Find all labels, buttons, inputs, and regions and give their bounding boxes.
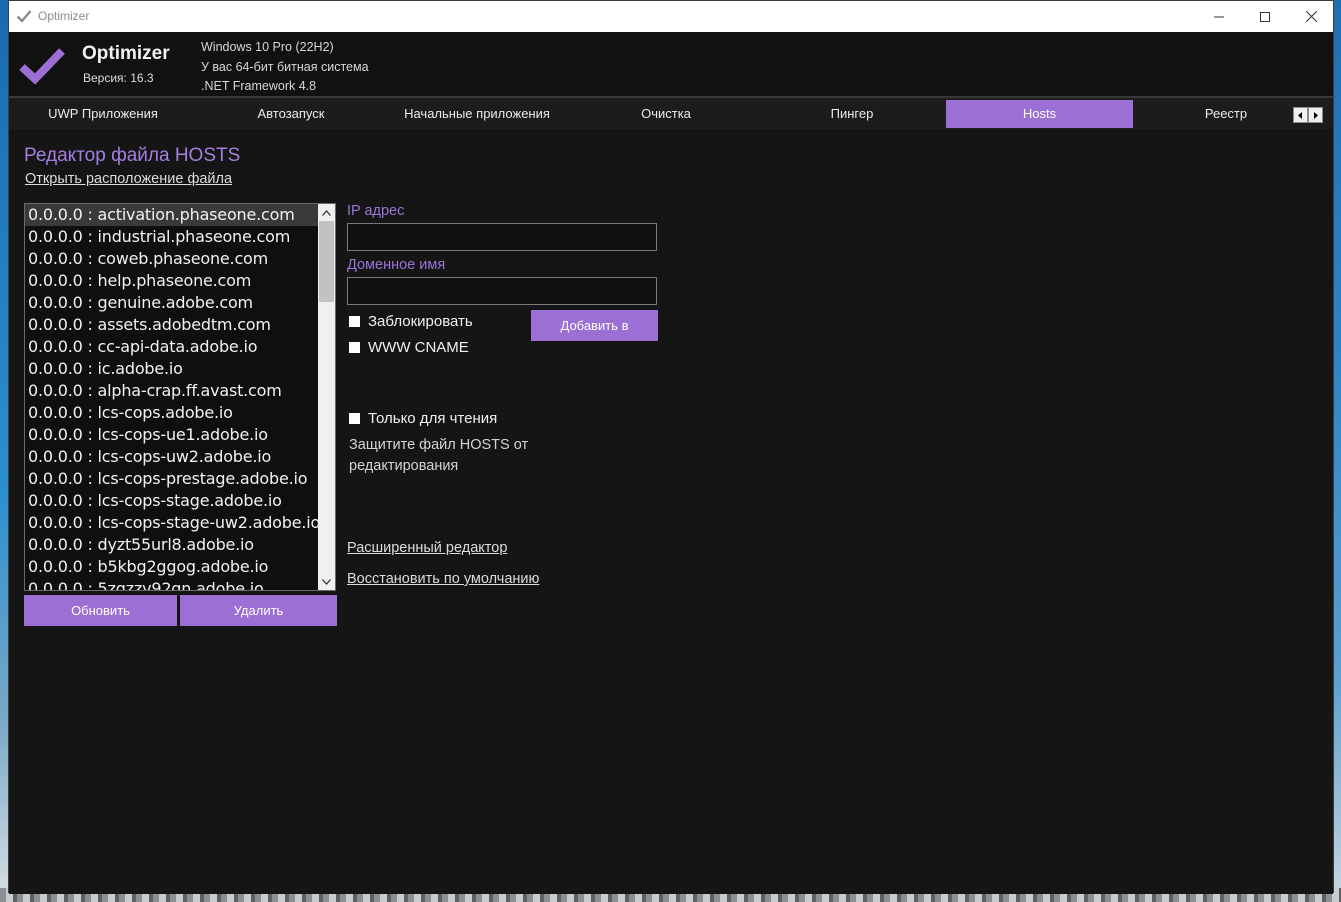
title-bar[interactable]: Optimizer xyxy=(9,1,1333,32)
os-version: Windows 10 Pro (22H2) xyxy=(201,40,334,54)
arrow-right-icon xyxy=(1314,111,1318,119)
app-version: Версия: 16.3 xyxy=(83,71,154,85)
hosts-page: Редактор файла HOSTS Открыть расположени… xyxy=(9,129,1333,894)
scroll-down-button[interactable] xyxy=(318,573,335,590)
system-info: Windows 10 Pro (22H2) У вас 64-бит битна… xyxy=(201,38,369,97)
tab-scroll-right-button[interactable] xyxy=(1308,107,1323,123)
list-item[interactable]: 0.0.0.0 : lcs-cops-stage-uw2.adobe.io xyxy=(25,512,318,534)
list-scrollbar[interactable] xyxy=(318,204,335,590)
app-header: Optimizer Версия: 16.3 Windows 10 Pro (2… xyxy=(9,32,1333,96)
open-file-location-link[interactable]: Открыть расположение файла xyxy=(25,171,232,187)
readonly-checkbox[interactable]: Только для чтения xyxy=(349,410,497,427)
list-item[interactable]: 0.0.0.0 : activation.phaseone.com xyxy=(25,204,318,226)
list-item[interactable]: 0.0.0.0 : help.phaseone.com xyxy=(25,270,318,292)
logo-checkmark-icon xyxy=(19,48,65,85)
tab-bar: UWP Приложения Автозапуск Начальные прил… xyxy=(9,96,1333,129)
block-checkbox[interactable]: Заблокировать xyxy=(349,313,473,330)
list-item[interactable]: 0.0.0.0 : cc-api-data.adobe.io xyxy=(25,336,318,358)
list-item[interactable]: 0.0.0.0 : coweb.phaseone.com xyxy=(25,248,318,270)
block-checkbox-label: Заблокировать xyxy=(368,313,473,330)
domain-name-input[interactable] xyxy=(347,277,657,305)
list-item[interactable]: 0.0.0.0 : assets.adobedtm.com xyxy=(25,314,318,336)
desktop-background xyxy=(0,0,8,902)
delete-button[interactable]: Удалить xyxy=(180,595,337,626)
page-title: Редактор файла HOSTS xyxy=(24,145,241,166)
optimizer-window: Optimizer Optimizer Версия: 16.3 Windows… xyxy=(8,0,1334,894)
close-button[interactable] xyxy=(1288,1,1334,32)
domain-name-label: Доменное имя xyxy=(347,257,446,273)
scroll-up-button[interactable] xyxy=(318,204,335,221)
list-item[interactable]: 0.0.0.0 : lcs-cops-uw2.adobe.io xyxy=(25,446,318,468)
close-icon xyxy=(1305,11,1317,22)
framework-version: .NET Framework 4.8 xyxy=(201,79,317,93)
list-item[interactable]: 0.0.0.0 : lcs-cops-prestage.adobe.io xyxy=(25,468,318,490)
restore-default-link[interactable]: Восстановить по умолчанию xyxy=(347,571,539,587)
list-item[interactable]: 0.0.0.0 : 5zgzzv92gn.adobe.io xyxy=(25,578,318,590)
checkmark-icon xyxy=(16,10,32,23)
tab-scroll-left-button[interactable] xyxy=(1293,107,1308,123)
tab-hosts[interactable]: Hosts xyxy=(946,100,1133,128)
list-item[interactable]: 0.0.0.0 : lcs-cops-ue1.adobe.io xyxy=(25,424,318,446)
advanced-editor-link[interactable]: Расширенный редактор xyxy=(347,540,507,556)
chevron-down-icon xyxy=(322,578,331,585)
window-title: Optimizer xyxy=(38,9,90,23)
tab-registry[interactable]: Реестр xyxy=(1133,100,1319,128)
checkbox-box[interactable] xyxy=(349,413,360,424)
maximize-icon xyxy=(1260,11,1270,22)
add-entry-button[interactable]: Добавить в xyxy=(531,310,658,341)
list-item[interactable]: 0.0.0.0 : alpha-crap.ff.avast.com xyxy=(25,380,318,402)
list-item[interactable]: 0.0.0.0 : industrial.phaseone.com xyxy=(25,226,318,248)
ip-address-label: IP адрес xyxy=(347,203,405,219)
minimize-icon xyxy=(1214,16,1224,17)
www-cname-checkbox-label: WWW CNAME xyxy=(368,339,469,356)
checkbox-box[interactable] xyxy=(349,316,360,327)
hosts-entries-list[interactable]: 0.0.0.0 : activation.phaseone.com 0.0.0.0… xyxy=(24,203,336,591)
readonly-description: Защитите файл HOSTS от редактирования xyxy=(349,437,529,474)
tab-pinger[interactable]: Пингер xyxy=(759,100,945,128)
maximize-button[interactable] xyxy=(1242,1,1288,32)
list-item[interactable]: 0.0.0.0 : lcs-cops-stage.adobe.io xyxy=(25,490,318,512)
ip-address-input[interactable] xyxy=(347,223,657,251)
chevron-up-icon xyxy=(322,209,331,216)
www-cname-checkbox[interactable]: WWW CNAME xyxy=(349,339,469,356)
arrow-left-icon xyxy=(1298,111,1302,119)
app-name: Optimizer xyxy=(82,43,170,64)
tab-startup-apps[interactable]: Начальные приложения xyxy=(385,100,569,128)
list-item[interactable]: 0.0.0.0 : b5kbg2ggog.adobe.io xyxy=(25,556,318,578)
tab-cleanup[interactable]: Очистка xyxy=(569,100,763,128)
readonly-checkbox-label: Только для чтения xyxy=(368,410,498,427)
list-item[interactable]: 0.0.0.0 : dyzt55url8.adobe.io xyxy=(25,534,318,556)
refresh-button[interactable]: Обновить xyxy=(24,595,177,626)
tab-autostart[interactable]: Автозапуск xyxy=(197,100,385,128)
minimize-button[interactable] xyxy=(1196,1,1242,32)
hosts-entries-items: 0.0.0.0 : activation.phaseone.com 0.0.0.0… xyxy=(25,204,318,590)
list-item[interactable]: 0.0.0.0 : lcs-cops.adobe.io xyxy=(25,402,318,424)
tab-uwp-apps[interactable]: UWP Приложения xyxy=(9,100,197,128)
architecture-info: У вас 64-бит битная система xyxy=(201,59,369,74)
list-item[interactable]: 0.0.0.0 : genuine.adobe.com xyxy=(25,292,318,314)
scroll-thumb[interactable] xyxy=(319,221,334,302)
checkbox-box[interactable] xyxy=(349,342,360,353)
list-item[interactable]: 0.0.0.0 : ic.adobe.io xyxy=(25,358,318,380)
